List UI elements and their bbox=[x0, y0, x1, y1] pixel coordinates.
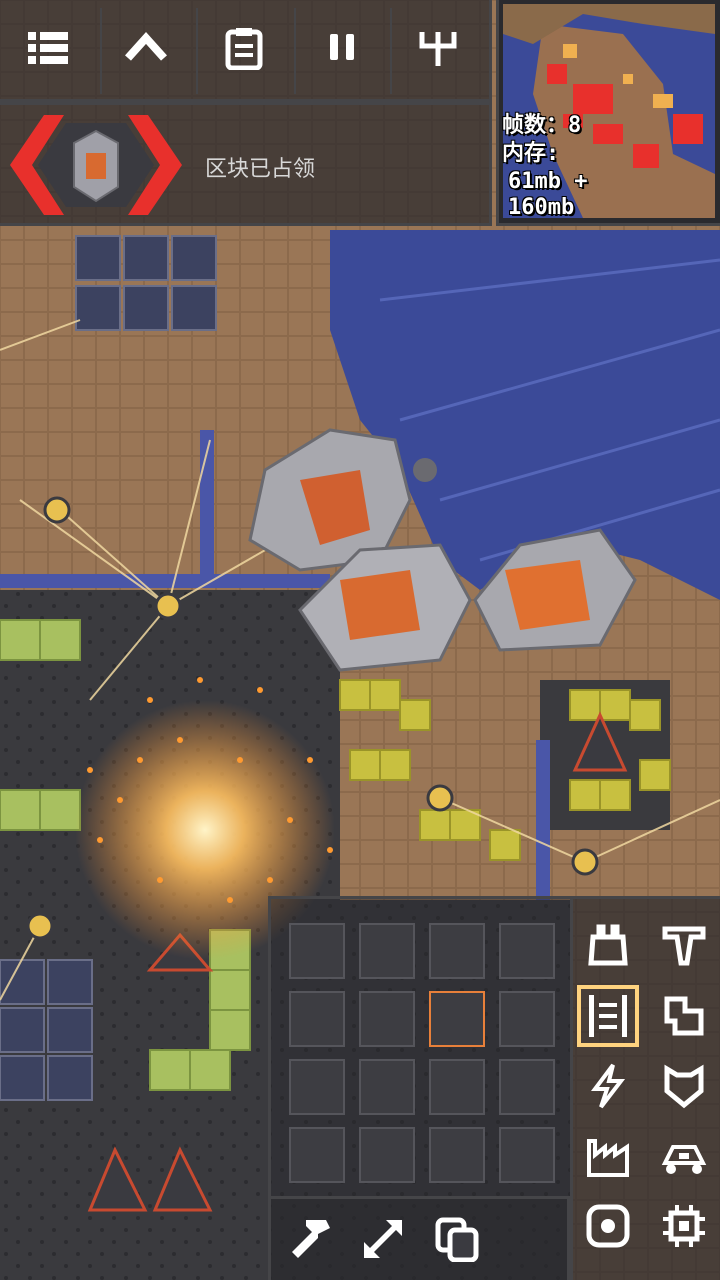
memory-label: 内存: bbox=[502, 141, 560, 166]
chip-icon bbox=[663, 1205, 705, 1247]
tech-tree-icon bbox=[419, 32, 457, 66]
hammer-icon bbox=[292, 1220, 330, 1258]
core-shard-icon bbox=[10, 115, 182, 215]
top-toolbar bbox=[0, 0, 492, 102]
block-slot[interactable] bbox=[499, 1059, 555, 1115]
block-slot[interactable] bbox=[359, 991, 415, 1047]
block-slot[interactable] bbox=[499, 1127, 555, 1183]
factory-icon bbox=[587, 1139, 629, 1177]
expand-button[interactable] bbox=[353, 1209, 413, 1269]
block-slot[interactable] bbox=[429, 1127, 485, 1183]
block-slot[interactable] bbox=[359, 1127, 415, 1183]
category-liquid[interactable] bbox=[653, 985, 715, 1047]
core-info-panel: 区块已占领 bbox=[0, 102, 492, 226]
collapse-button[interactable] bbox=[116, 18, 176, 78]
pause-icon bbox=[330, 34, 354, 60]
block-slot[interactable] bbox=[499, 923, 555, 979]
category-power[interactable] bbox=[577, 1055, 639, 1117]
conveyor-icon bbox=[589, 995, 627, 1037]
expand-icon bbox=[364, 1220, 402, 1258]
category-crafting[interactable] bbox=[577, 1125, 639, 1187]
category-turret[interactable] bbox=[577, 915, 639, 977]
database-button[interactable] bbox=[214, 18, 274, 78]
core-status-text: 区块已占领 bbox=[205, 157, 316, 182]
lightning-icon bbox=[591, 1063, 626, 1109]
menu-icon bbox=[28, 32, 68, 64]
tech-tree-button[interactable] bbox=[408, 18, 468, 78]
category-defense[interactable] bbox=[653, 1055, 715, 1117]
core-icon bbox=[586, 1204, 630, 1248]
block-slot[interactable] bbox=[289, 1059, 345, 1115]
copy-icon bbox=[435, 1217, 479, 1262]
block-slot[interactable] bbox=[429, 991, 485, 1047]
liquid-icon bbox=[664, 996, 704, 1036]
block-slot[interactable] bbox=[359, 923, 415, 979]
memory-value-line1: 61mb + bbox=[508, 169, 588, 194]
block-slot[interactable] bbox=[429, 1059, 485, 1115]
category-distribution[interactable] bbox=[577, 985, 639, 1047]
fps-readout: 帧数：8 bbox=[502, 113, 582, 138]
clipboard-icon bbox=[225, 28, 263, 70]
tool-bar bbox=[268, 1196, 570, 1280]
category-logic[interactable] bbox=[653, 1195, 715, 1257]
block-slot[interactable] bbox=[429, 923, 485, 979]
unit-icon bbox=[661, 1145, 707, 1174]
block-slot[interactable] bbox=[359, 1059, 415, 1115]
menu-button[interactable] bbox=[18, 18, 78, 78]
chevron-up-icon bbox=[125, 32, 167, 61]
toolbar-divider bbox=[390, 8, 392, 94]
block-selection-panel bbox=[268, 896, 570, 1196]
category-production[interactable] bbox=[653, 915, 715, 977]
block-slot[interactable] bbox=[289, 991, 345, 1047]
turret-icon bbox=[588, 924, 628, 966]
block-slot[interactable] bbox=[289, 923, 345, 979]
pause-button[interactable] bbox=[312, 18, 372, 78]
shield-icon bbox=[664, 1064, 704, 1109]
memory-value-line2: 160mb bbox=[508, 195, 575, 220]
category-effect[interactable] bbox=[577, 1195, 639, 1257]
hammer-button[interactable] bbox=[281, 1209, 341, 1269]
toolbar-divider bbox=[294, 8, 296, 94]
block-slot[interactable] bbox=[289, 1127, 345, 1183]
toolbar-divider bbox=[100, 8, 102, 94]
copy-button[interactable] bbox=[427, 1209, 487, 1269]
category-units[interactable] bbox=[653, 1125, 715, 1187]
block-slot[interactable] bbox=[499, 991, 555, 1047]
category-bar bbox=[570, 896, 720, 1280]
toolbar-divider bbox=[196, 8, 198, 94]
drill-icon bbox=[662, 926, 706, 966]
